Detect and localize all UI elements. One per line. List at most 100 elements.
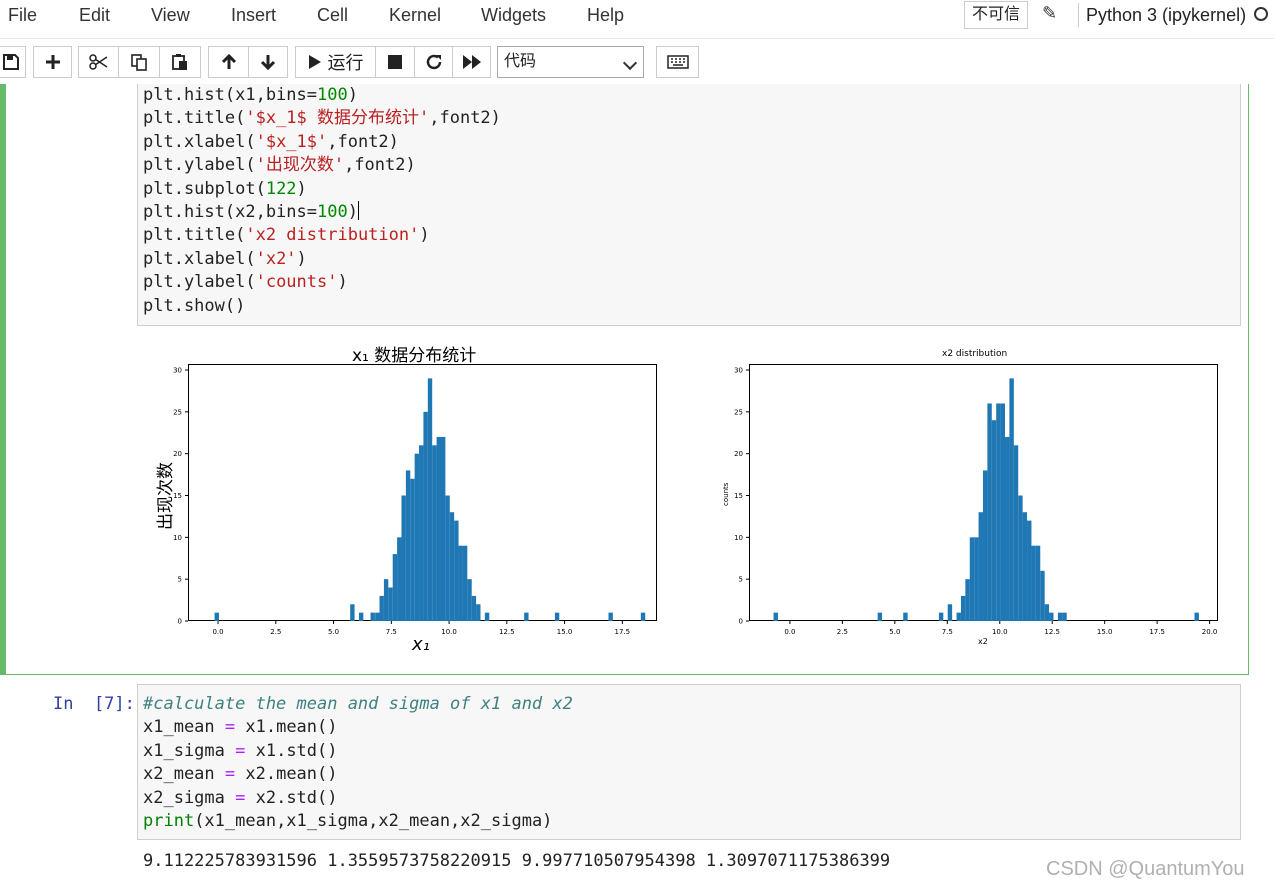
histogram-bar [449,512,455,621]
x-tick-label: 12.5 [499,628,515,636]
move-up-button[interactable] [208,46,249,78]
x-tick-label: 20.0 [1202,628,1218,636]
code-editor[interactable]: plt.hist(x1,bins=100) plt.title('$x_1$ 数据… [143,84,501,318]
histogram-bar [214,612,219,621]
code-token: ) [419,225,430,246]
histogram-bar [445,495,450,621]
chart-axes: 0.0 2.5 5.0 7.5 10.0 12.5 15.0 17.5 0 5 10 15 20 25 30 [173,364,657,636]
code-line: plt.show() [143,295,501,318]
code-editor[interactable]: #calculate the mean and sigma of x1 and … [143,693,573,833]
x-tick-label: 5.0 [889,628,900,636]
histogram-bar [987,403,992,621]
code-token: ,font2) [327,131,399,152]
menu-cell[interactable]: Cell [317,5,348,26]
code-token: 122 [265,178,297,199]
histogram-bar [1040,570,1045,621]
code-token: plt.hist(x1,bins= [143,85,317,105]
run-button[interactable]: 运行 [295,46,376,78]
code-token: '出现次数' [255,155,345,176]
histogram-bar [392,554,398,621]
cell-type-select[interactable]: 代码 [497,46,644,78]
code-token: 100 [317,85,348,105]
histogram-bar [996,403,1001,621]
command-palette-button[interactable] [656,46,699,78]
histogram-bar [397,537,402,621]
run-label: 运行 [327,53,364,73]
move-down-button[interactable] [248,46,288,78]
code-token: print [143,811,195,832]
watermark: CSDN @QuantumYou [1046,858,1245,880]
histogram-bar [974,537,979,621]
y-tick-label: 25 [734,408,743,416]
code-line: plt.xlabel('x2') [143,248,501,271]
cell-type-value: 代码 [504,53,537,70]
histogram-bar [956,612,961,621]
copy-button[interactable] [118,46,160,78]
menu-file[interactable]: File [8,5,37,26]
stop-button[interactable] [375,46,415,78]
restart-button[interactable] [414,46,453,78]
divider [1078,3,1079,27]
code-token: = [235,740,246,761]
histogram-chart: 0.0 2.5 5.0 7.5 10.0 12.5 15.0 17.5 20.0 0 5 10 15 20… [734,367,1217,637]
histogram-bar [350,604,355,621]
x-tick-label: 7.5 [942,628,953,636]
add-cell-button[interactable] [33,46,72,78]
histogram-bar [423,411,428,621]
histogram-bar [1018,495,1023,621]
histogram-bar [1013,445,1019,621]
pencil-icon[interactable]: ✎ [1042,3,1057,24]
restart-run-all-button[interactable] [452,46,491,78]
code-token: x1_mean [143,717,225,738]
x-tick-label: 15.0 [1097,628,1113,636]
restart-icon [426,54,441,70]
histogram-bar [1044,604,1050,621]
menu-edit[interactable]: Edit [79,5,110,26]
code-token: x1.std() [245,740,338,761]
menu-view[interactable]: View [151,5,190,26]
histogram-bar [484,612,490,621]
code-token: ) [296,248,307,269]
histogram-bar [458,545,463,621]
histogram-chart: 0.0 2.5 5.0 7.5 10.0 12.5 15.0 17.5051015202530 [173,367,646,636]
menu-widgets[interactable]: Widgets [481,5,546,26]
histogram-bar [978,512,983,621]
histogram-bar [991,420,997,621]
histogram-bar [1027,520,1032,621]
histogram-bar [1009,378,1014,621]
code-token: plt.title( [143,225,246,246]
x-tick-label: 7.5 [386,628,397,636]
code-line: print(x1_mean,x1_sigma,x2_mean,x2_sigma) [143,810,573,833]
histogram-bar [419,445,424,621]
menu-kernel[interactable]: Kernel [389,5,441,26]
x-tick-label: 15.0 [557,628,573,636]
menu-help[interactable]: Help [587,5,624,26]
save-button[interactable] [0,46,26,78]
code-token: '$x_1$ 数据分布统计' [245,108,430,129]
code-token: x2_sigma [143,787,236,808]
cut-icon [88,54,107,70]
code-token: 'x2' [255,248,297,269]
histogram-bar [965,579,970,621]
fast-forward-icon [462,55,481,69]
histogram-bar [467,579,472,621]
code-line: plt.ylabel('出现次数',font2) [143,154,501,177]
code-token: plt.title( [143,108,246,129]
trust-indicator[interactable]: 不可信 [964,1,1028,29]
histogram-bar [1057,612,1063,621]
histogram-bar [358,612,364,621]
histogram-bar [388,587,393,621]
code-token: #calculate the mean and sigma of x1 and … [143,694,573,714]
menu-insert[interactable]: Insert [231,5,276,26]
kernel-name[interactable]: Python 3 (ipykernel) [1086,5,1246,26]
paste-button[interactable] [159,46,201,78]
move-up-icon [221,53,236,69]
code-token: ) [337,272,348,293]
code-line: plt.title('x2 distribution') [143,224,501,247]
code-token: ) [347,202,358,223]
cut-button[interactable] [78,46,119,78]
code-token: x2.mean() [235,764,338,785]
histogram-bar [462,545,468,621]
code-line: plt.hist(x2,bins=100) [143,201,501,224]
code-line: x2_sigma = x2.std() [143,787,573,810]
